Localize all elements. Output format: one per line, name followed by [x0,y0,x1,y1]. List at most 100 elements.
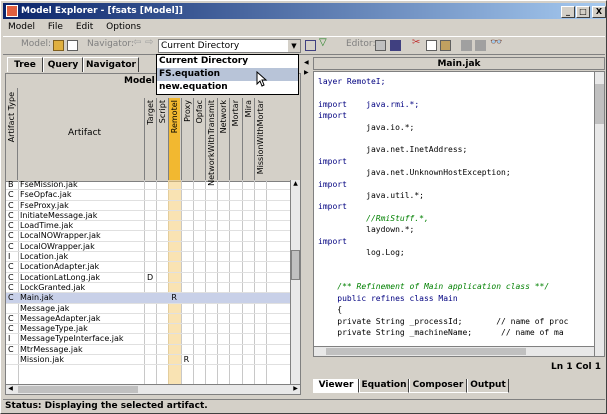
artifact-row[interactable]: I MessageTypeInterface.jak [6,334,292,345]
close-button[interactable]: X [592,6,606,18]
artifact-row[interactable]: C MtrMessage.jak [6,344,292,356]
artifact-row[interactable]: Mission.jak R [6,355,292,366]
dropdown-option[interactable]: Current Directory [157,55,298,68]
code-line: java.net.UnknownHostException; [318,168,511,178]
artifact-row[interactable]: C FseProxy.jak [6,201,292,211]
model-column-label: Mortar [231,100,241,127]
tab-equation[interactable]: Equation [359,379,409,393]
artifact-row[interactable]: C LocationLatLong.jak D [6,273,292,283]
grid-scroll-thumb[interactable] [291,250,300,280]
model-column-header[interactable]: Mira [241,98,254,180]
export-icon[interactable] [305,40,316,51]
artifact-name-cell: MessageTypeInterface.jak [20,334,124,344]
forward-arrow-icon[interactable]: ⇨ [145,37,153,48]
scroll-left-icon[interactable]: ◀ [6,385,15,394]
artifact-type-header[interactable]: Artifact Type [6,88,18,180]
tab-query[interactable]: Query [43,57,83,72]
code-line: import [318,111,347,121]
undo-icon[interactable] [461,40,472,51]
code-line: log.Log; [318,248,405,258]
artifact-row[interactable]: C LocationAdapter.jak [6,262,292,273]
directory-combo[interactable]: Current Directory ▼ [158,39,301,53]
collapse-left-icon[interactable]: ◀ [304,59,309,66]
artifact-type-cell: C [8,190,14,200]
filter-icon[interactable]: ▽ [319,37,327,48]
dropdown-option[interactable]: new.equation [157,81,298,94]
grid-horizontal-scrollbar[interactable]: ◀ ▶ [6,384,300,394]
new-file-icon[interactable] [375,40,386,51]
model-column-header[interactable]: Network [217,98,230,180]
artifact-row[interactable]: C LoadTime.jak [6,221,292,232]
artifact-row[interactable]: C MessageType.jak [6,324,292,335]
editor-horizontal-scrollbar[interactable] [314,346,594,356]
cut-icon[interactable]: ✂ [412,37,420,48]
tab-output[interactable]: Output [467,379,509,393]
artifact-row[interactable]: Message.jak [6,304,292,314]
artifact-row[interactable]: C Main.jak R [6,293,292,304]
minimize-button[interactable]: _ [561,6,575,18]
model-column-header[interactable]: Proxy [180,98,193,180]
artifact-header[interactable]: Artifact [68,128,101,138]
artifact-row[interactable]: C MessageAdapter.jak [6,314,292,325]
artifact-type-cell: C [8,262,14,272]
artifact-name-cell: MessageType.jak [20,324,88,334]
model-column-header[interactable]: Script [156,98,169,180]
panel-splitter[interactable]: ◀ ▶ [303,57,311,395]
model-cell[interactable]: R [171,293,177,303]
artifact-row[interactable]: C LocalNOWrapper.jak [6,231,292,242]
chevron-down-icon[interactable]: ▼ [288,40,300,52]
save-icon[interactable] [390,40,401,51]
artifact-grid: Model Na Artifact Type Artifact Target Sc… [5,73,301,395]
editor-scroll-thumb[interactable] [595,84,604,124]
status-bar: Status: Displaying the selected artifact… [3,399,605,413]
model-column-header[interactable]: Opfac [192,98,205,180]
find-icon[interactable]: 👓 [490,37,502,48]
model-column-header[interactable]: NetworkWithTransmit [205,98,217,186]
model-cell[interactable]: R [184,355,190,365]
navigator-label: Navigator: [87,39,134,49]
tab-tree[interactable]: Tree [7,57,43,72]
model-column-header[interactable]: MissionWithMortar [253,98,266,180]
artifact-row[interactable]: C LockGranted.jak [6,283,292,294]
copy-icon[interactable] [426,40,437,51]
dropdown-option-selected[interactable]: FS.equation [157,68,298,81]
model-cell[interactable]: D [147,273,153,283]
artifact-name-cell: MtrMessage.jak [20,344,83,354]
editor-vertical-scrollbar[interactable] [594,72,604,356]
artifact-row[interactable]: B FseMission.jak [6,180,292,191]
menu-file[interactable]: File [48,22,63,32]
tab-viewer[interactable]: Viewer [313,379,359,393]
code-text[interactable]: layer RemoteI; import java.rmi.*; import … [318,76,568,338]
grid-vertical-scrollbar[interactable]: ▲ [290,180,300,386]
paste-icon[interactable] [440,40,451,51]
grid-hscroll-thumb[interactable] [18,386,138,393]
model-column-header[interactable]: Target [144,98,156,180]
collapse-right-icon[interactable]: ▶ [304,69,309,76]
editor-hscroll-thumb[interactable] [326,348,526,355]
model-column-header[interactable]: RemoteI [168,98,181,180]
tab-navigator[interactable]: Navigator [83,57,139,72]
model-column-header[interactable]: Mortar [229,98,242,180]
redo-icon[interactable] [475,40,486,51]
open-folder-icon[interactable] [53,40,64,51]
scroll-up-icon[interactable]: ▲ [291,180,300,188]
menu-edit[interactable]: Edit [76,22,93,32]
model-column-label: NetworkWithTransmit [207,100,216,186]
model-column-label: Opfac [194,100,204,124]
artifact-row[interactable]: C LocalOWrapper.jak [6,242,292,253]
artifact-row[interactable]: C FseOpfac.jak [6,190,292,201]
menu-model[interactable]: Model [8,22,35,32]
maximize-button[interactable]: □ [576,6,590,18]
artifact-type-label: Artifact Type [7,92,16,143]
artifact-row[interactable]: I Location.jak [6,252,292,263]
menu-options[interactable]: Options [106,22,141,32]
properties-icon[interactable] [67,40,78,51]
back-arrow-icon[interactable]: ⇦ [133,37,141,48]
code-editor[interactable]: layer RemoteI; import java.rmi.*; import … [313,71,605,357]
scroll-right-icon[interactable]: ▶ [291,385,300,394]
code-line: /** Refinement of Main application class… [318,282,550,292]
tab-composer[interactable]: Composer [409,379,467,393]
artifact-row[interactable]: C InitiateMessage.jak [6,211,292,222]
code-line: import [318,202,347,212]
